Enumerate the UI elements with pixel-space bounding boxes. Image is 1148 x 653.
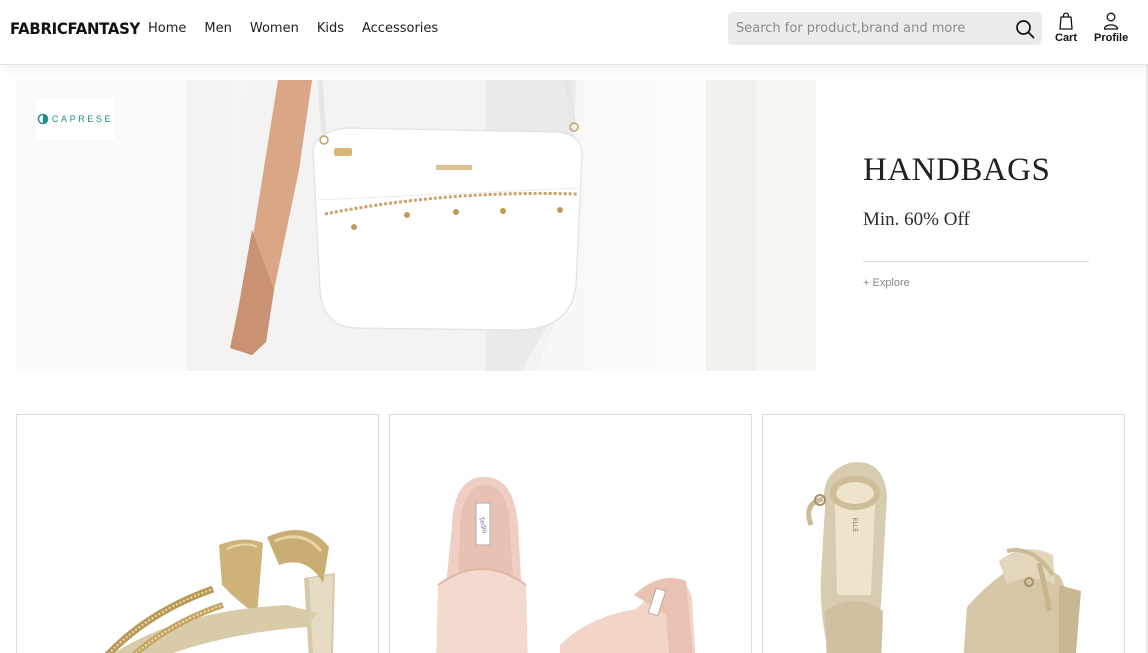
banner-divider <box>863 261 1089 262</box>
product-card-3[interactable]: ELLE <box>762 414 1125 653</box>
nav-men[interactable]: Men <box>204 21 231 36</box>
cart-button[interactable]: Cart <box>1055 12 1077 44</box>
nav-home[interactable]: Home <box>148 21 186 36</box>
gold-heeled-sandal-image <box>104 529 335 653</box>
profile-label: Profile <box>1094 32 1129 44</box>
banner-subtitle: Min. 60% Off <box>863 209 970 230</box>
pink-block-heel-mule-image: Tedio <box>436 476 696 653</box>
product-card-2[interactable]: Tedio <box>389 414 752 653</box>
hero-banner[interactable]: CAPRESE HANDBAGS Min. 60% Off + Explore <box>16 80 1125 371</box>
brand-logo[interactable]: FABRICFANTASY <box>10 19 140 38</box>
nav-accessories[interactable]: Accessories <box>362 21 438 36</box>
brand-badge: CAPRESE <box>35 98 115 140</box>
shopping-bag-icon <box>1059 12 1073 30</box>
champagne-glitter-heel-image: ELLE <box>806 462 1081 653</box>
profile-button[interactable]: Profile <box>1094 12 1128 44</box>
main-nav: Home Men Women Kids Accessories <box>148 21 456 36</box>
search-bar <box>728 12 1042 45</box>
explore-link[interactable]: + Explore <box>863 277 910 289</box>
search-icon[interactable] <box>1014 18 1036 40</box>
cart-label: Cart <box>1055 32 1078 44</box>
search-input[interactable] <box>728 12 1008 45</box>
user-icon <box>1103 12 1119 30</box>
svg-text:ELLE: ELLE <box>851 518 857 533</box>
product-card-1[interactable] <box>16 414 379 653</box>
banner-title: HANDBAGS <box>863 152 1051 188</box>
page: FABRICFANTASY Home Men Women Kids Access… <box>0 0 1148 653</box>
banner-copy-panel: HANDBAGS Min. 60% Off + Explore <box>816 80 1125 371</box>
caprese-logo-icon <box>37 113 49 125</box>
banner-image <box>16 80 816 371</box>
brand-badge-text: CAPRESE <box>51 114 114 124</box>
top-navbar: FABRICFANTASY Home Men Women Kids Access… <box>0 0 1148 65</box>
product-grid: Tedio ELLE <box>16 414 1125 653</box>
nav-kids[interactable]: Kids <box>317 21 344 36</box>
nav-women[interactable]: Women <box>250 21 299 36</box>
